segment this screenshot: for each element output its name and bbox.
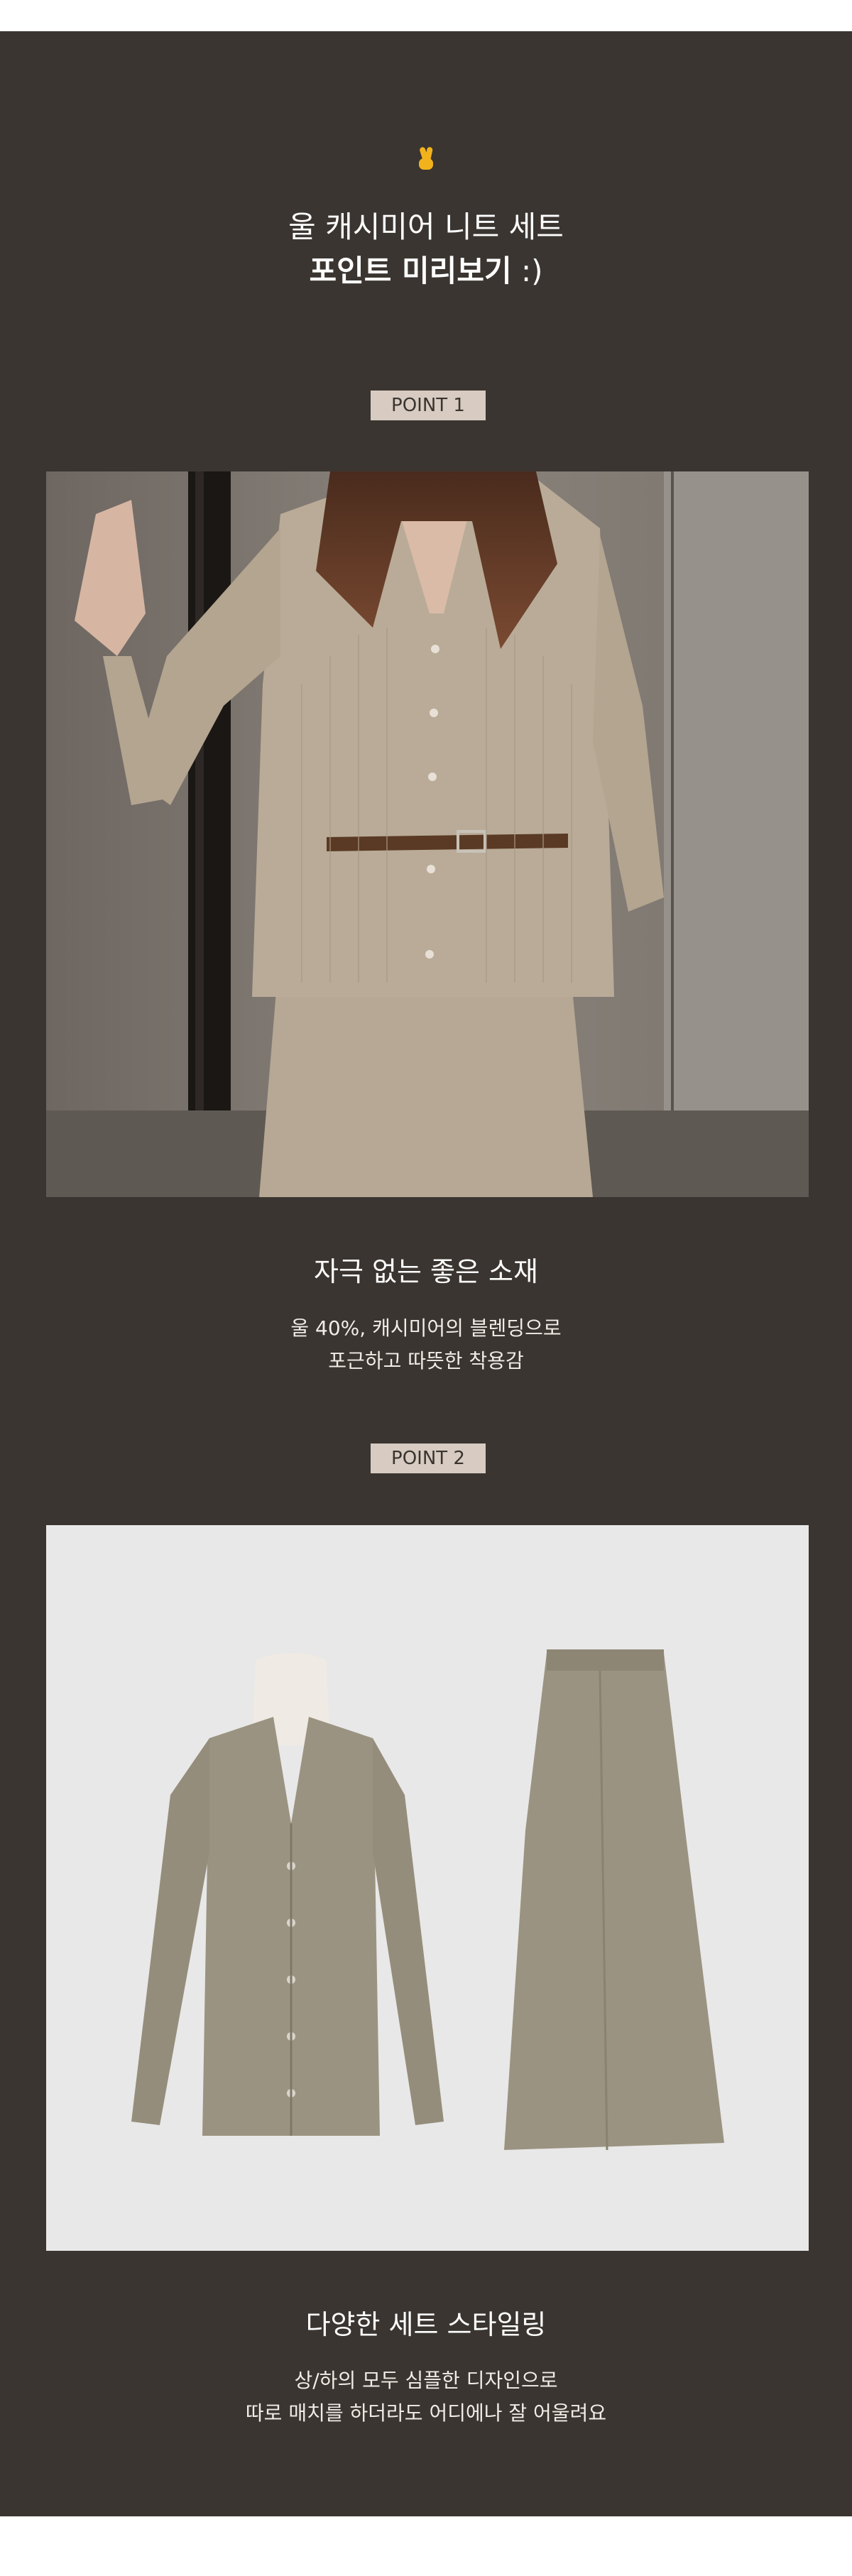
point-2-desc-line1: 상/하의 모두 심플한 디자인으로 (294, 2369, 558, 2392)
page-title-suffix: :) (511, 253, 543, 288)
point-2-desc-line2: 따로 매치를 하더라도 어디에나 잘 어울려요 (245, 2401, 607, 2425)
point-1-badge: POINT 1 (371, 391, 486, 420)
point-2-badge: POINT 2 (371, 1443, 486, 1473)
page-title-line2: 포인트 미리보기 :) (0, 251, 852, 291)
point-1-heading: 자극 없는 좋은 소재 (314, 1256, 538, 1287)
point-1-model-photo (46, 471, 809, 1197)
point-1-desc-line2: 포근하고 따뜻한 착용감 (328, 1349, 524, 1372)
page-title-line1: 울 캐시미어 니트 세트 (288, 209, 564, 244)
point-2-heading: 다양한 세트 스타일링 (305, 2309, 547, 2340)
victory-hand-icon (0, 146, 852, 178)
product-detail-section: 울 캐시미어 니트 세트 포인트 미리보기 :) POINT 1 자극 없는 좋… (0, 31, 852, 2516)
page-title-bold: 포인트 미리보기 (309, 253, 512, 288)
point-1-desc-line1: 울 40%, 캐시미어의 블렌딩으로 (290, 1316, 562, 1340)
point-2-product-photo (46, 1525, 809, 2251)
